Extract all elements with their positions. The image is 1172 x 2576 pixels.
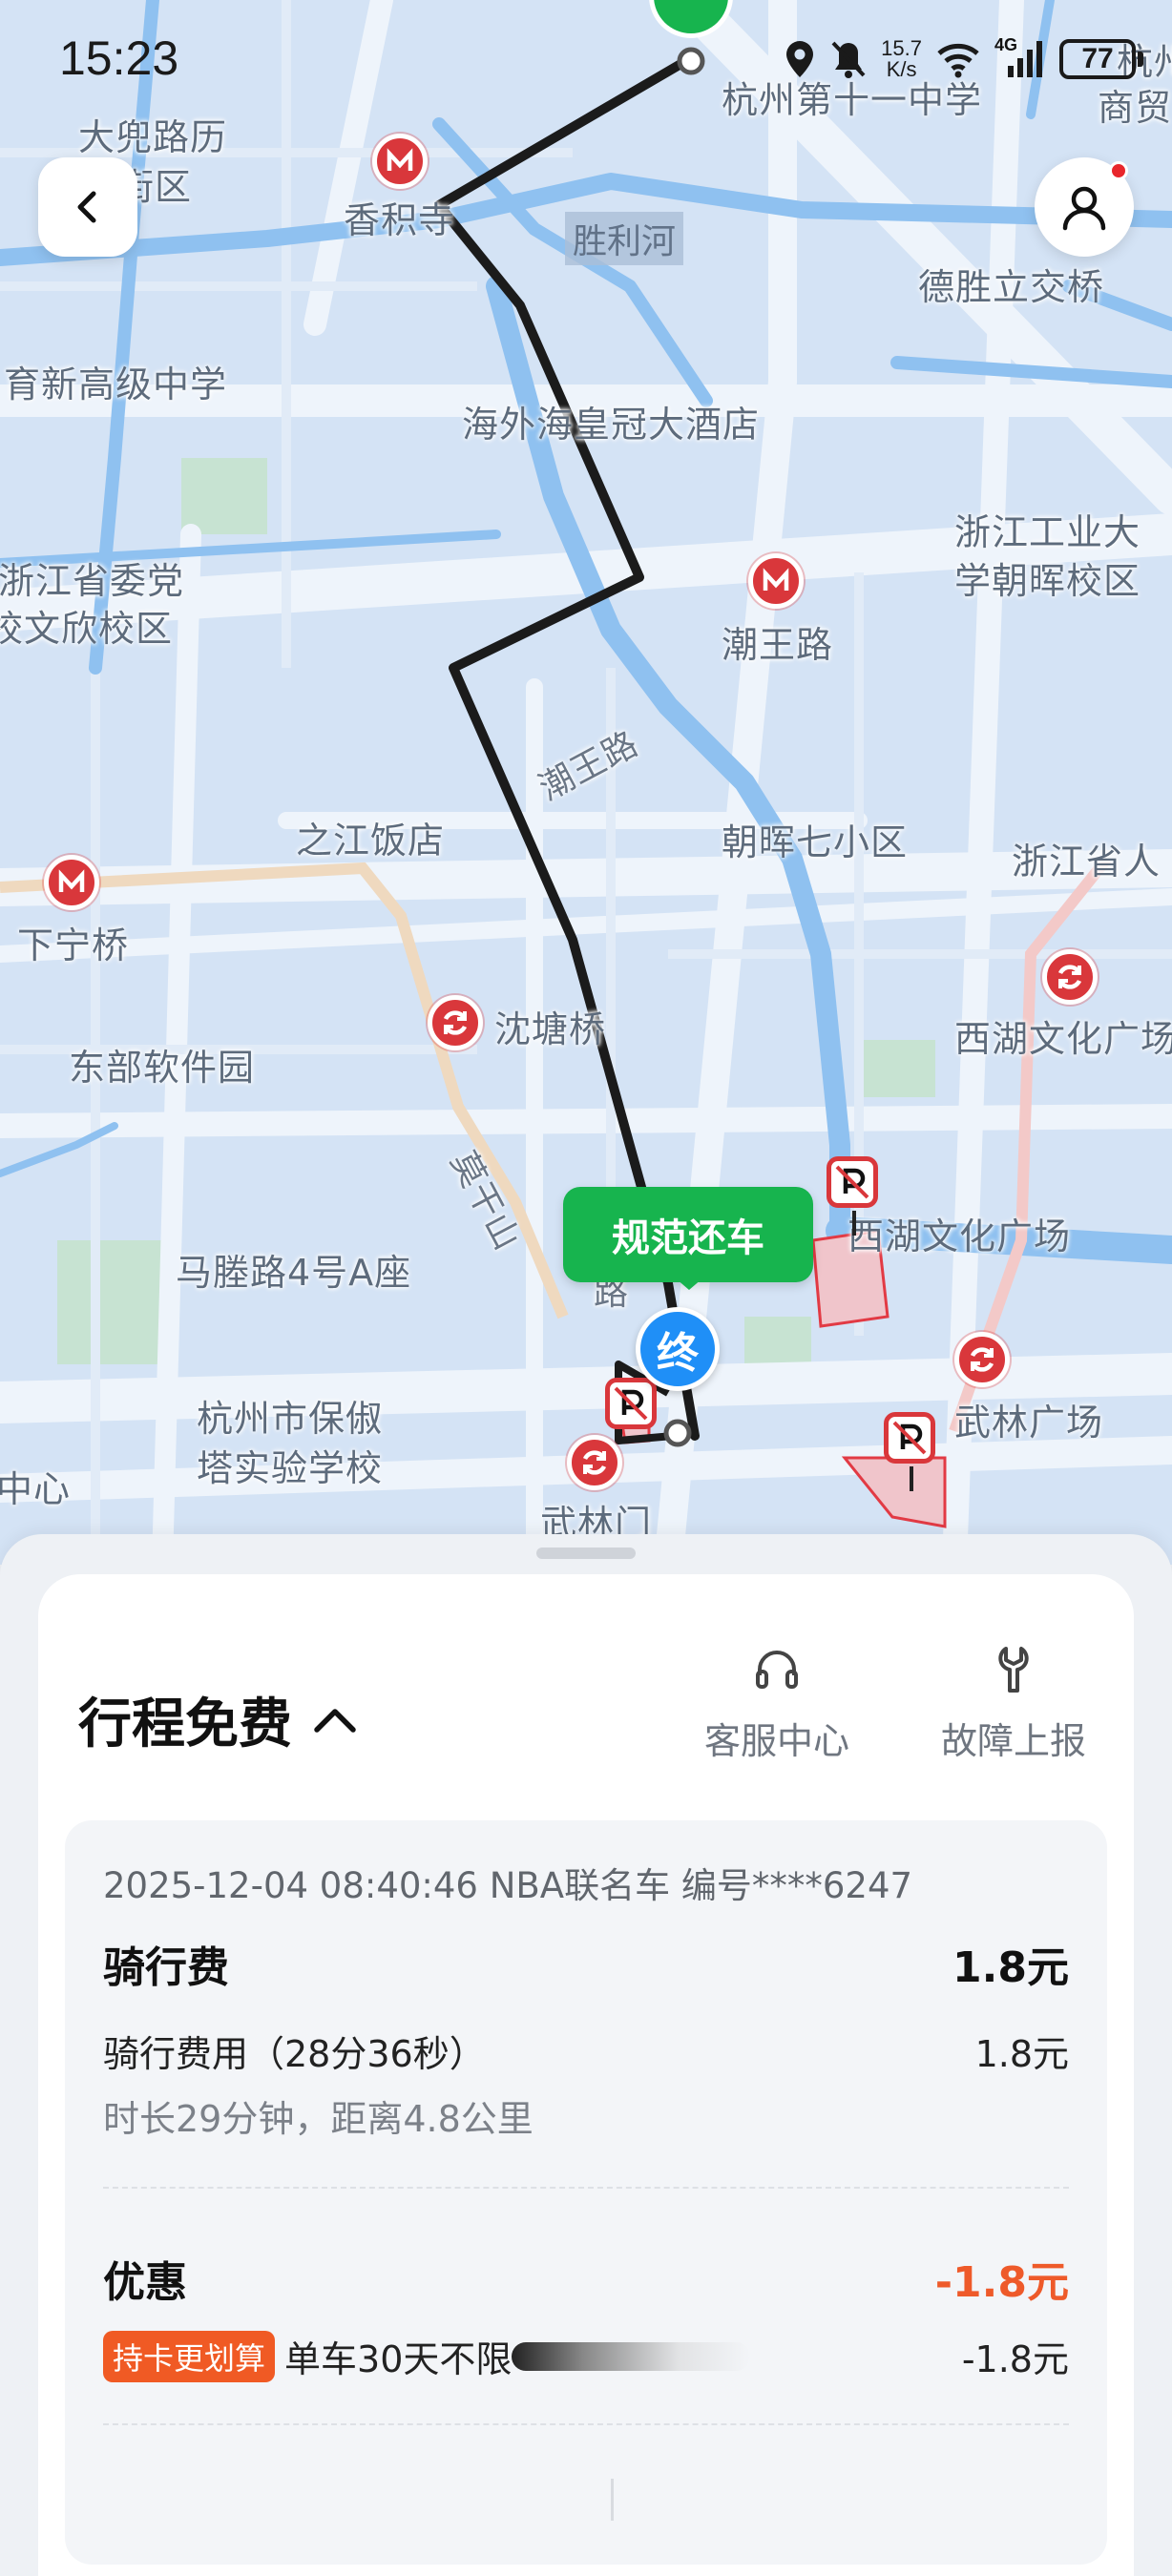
back-button[interactable] [38, 157, 137, 257]
map-label: 浙江省人 [1012, 841, 1162, 883]
card-promo-badge: 持卡更划算 [103, 2330, 276, 2382]
battery-icon: 77 [1059, 39, 1136, 79]
ride-fee-item-amount: 1.8元 [974, 2033, 1069, 2075]
chevron-left-icon [77, 191, 96, 223]
map-label: 之江饭店 [296, 820, 446, 862]
drag-handle[interactable] [536, 1548, 636, 1559]
user-icon [1062, 186, 1106, 231]
metro-station-icon[interactable] [428, 995, 483, 1050]
parking-icon[interactable] [605, 1378, 657, 1429]
ride-fee-item: 骑行费用（28分36秒） 1.8元 [103, 2025, 1069, 2077]
discount-title: 优惠 [103, 2258, 187, 2307]
map-label: 沈塘桥 [494, 1008, 607, 1050]
map-label: 西湖文化广场 [954, 1018, 1172, 1060]
net-speed: 15.7 K/s [881, 38, 922, 80]
metro-station-icon[interactable] [567, 1435, 622, 1490]
profile-button[interactable] [1035, 157, 1134, 257]
fare-detail-box: 2025-12-04 08:40:46 NBA联名车 编号****6247 骑行… [65, 1820, 1107, 2565]
map-label: 马塍路4号A座 [176, 1252, 412, 1294]
map-label: 杭州市保俶 [197, 1398, 384, 1440]
trip-title[interactable]: 行程免费 [78, 1681, 359, 1758]
divider [103, 2423, 1069, 2425]
metro-station-icon[interactable] [954, 1332, 1010, 1387]
notification-dot [1109, 161, 1128, 180]
battery-tip [1138, 52, 1143, 67]
location-icon [786, 41, 814, 77]
mute-icon [831, 41, 866, 78]
net-speed-value: 15.7 [881, 36, 922, 60]
map-view[interactable]: 大兜路历 史街区 香积寺 胜利河 杭州第十一中学 杭州 商贸 德胜立交桥 育新高… [0, 0, 1172, 1565]
wrench-icon [998, 1647, 1029, 1693]
map-label: 武林广场 [954, 1402, 1104, 1444]
discount-item-amount: -1.8元 [961, 2338, 1069, 2380]
end-marker: 终 [636, 1307, 720, 1391]
discount-item-label: 单车30天不限 [284, 2338, 513, 2380]
next-card-peek [38, 2566, 1134, 2576]
metro-station-icon[interactable] [1042, 949, 1098, 1005]
map-label: 德胜立交桥 [918, 266, 1105, 308]
signal-icon: 4G [994, 35, 1046, 79]
map-label: 东部软件园 [69, 1047, 256, 1089]
headset-icon [756, 1651, 798, 1689]
map-label: 朝晖七小区 [722, 821, 909, 863]
map-label: 香积寺 [344, 199, 456, 241]
customer-service-label: 客服中心 [703, 1720, 849, 1762]
ride-duration-distance: 时长29分钟，距离4.8公里 [103, 2098, 534, 2140]
ride-fee-amount: 1.8元 [952, 1943, 1069, 1992]
map-label: 学朝晖校区 [954, 560, 1141, 602]
trip-card: 行程免费 客服中心 故障上报 2025-12-04 08:40:46 NBA联名… [38, 1574, 1134, 2576]
map-label: 浙江省委党 [0, 560, 185, 602]
map-label: 塔实验学校 [197, 1447, 384, 1489]
map-label: 西湖文化广场 [848, 1215, 1072, 1257]
ride-fee-item-label: 骑行费用（28分36秒） [103, 2033, 486, 2075]
parking-icon[interactable] [827, 1156, 878, 1236]
return-parking-tag[interactable]: 规范还车 [563, 1187, 813, 1290]
scroll-indicator [611, 2479, 614, 2521]
map-label: 海外海皇冠大酒店 [462, 404, 761, 446]
metro-station-icon[interactable] [372, 134, 428, 189]
trip-summary-sheet: 行程免费 客服中心 故障上报 2025-12-04 08:40:46 NBA联名… [0, 1534, 1172, 2576]
map-label: 大兜路历 [78, 116, 228, 158]
metro-station-icon[interactable] [44, 855, 99, 910]
river-label: 胜利河 [565, 212, 684, 265]
map-label: 中心 [0, 1468, 72, 1510]
status-icons: 15.7 K/s 4G 77 [784, 32, 1143, 86]
map-label: 潮王路 [722, 624, 834, 666]
trip-meta: 2025-12-04 08:40:46 NBA联名车 编号****6247 [103, 1865, 913, 1906]
discount-amount: -1.8元 [934, 2258, 1069, 2307]
truncated-text-fade [512, 2341, 751, 2371]
discount-header: 优惠 -1.8元 [103, 2248, 1069, 2309]
ride-fee-header: 骑行费 1.8元 [103, 1933, 1069, 1994]
discount-item[interactable]: 持卡更划算 单车30天不限 -1.8元 [103, 2330, 1069, 2382]
status-bar: 15:23 15.7 K/s 4G 77 [0, 0, 1172, 114]
metro-station-icon[interactable] [748, 553, 804, 609]
map-label: 育新高级中学 [4, 364, 228, 405]
map-label: 校文欣校区 [0, 608, 174, 650]
map-label: 浙江工业大 [954, 511, 1141, 553]
trip-title-text: 行程免费 [78, 1693, 292, 1755]
customer-service-button[interactable]: 客服中心 [691, 1643, 863, 1764]
divider [103, 2187, 1069, 2189]
fault-report-label: 故障上报 [940, 1720, 1086, 1762]
status-time: 15:23 [59, 31, 179, 85]
net-speed-unit: K/s [886, 57, 917, 81]
wifi-icon [937, 43, 979, 78]
chevron-up-icon [314, 1708, 356, 1733]
map-label: 下宁桥 [17, 924, 130, 966]
parking-icon[interactable] [884, 1412, 935, 1491]
fault-report-button[interactable]: 故障上报 [928, 1643, 1099, 1764]
ride-fee-title: 骑行费 [103, 1943, 229, 1992]
